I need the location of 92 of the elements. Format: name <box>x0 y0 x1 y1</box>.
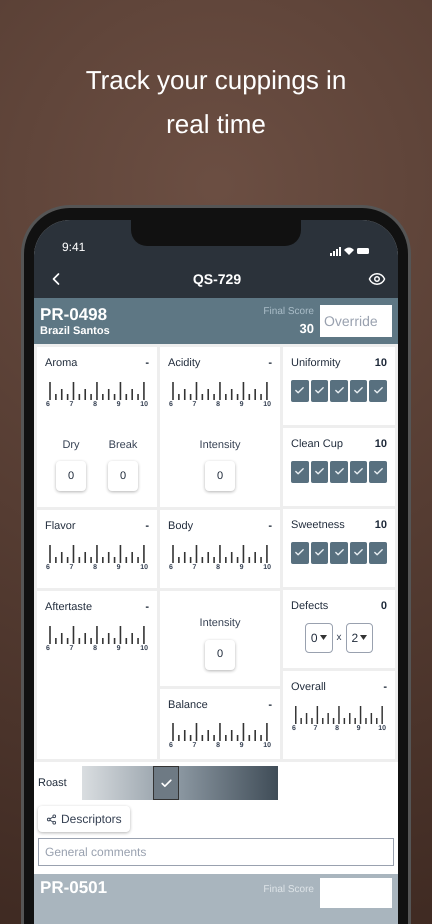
checkbox[interactable] <box>291 460 309 482</box>
number-field[interactable]: 0 <box>205 640 235 670</box>
input-label: Dry <box>62 438 80 452</box>
checkbox[interactable] <box>350 380 368 402</box>
eye-button[interactable] <box>368 270 386 288</box>
checkbox[interactable] <box>310 380 328 402</box>
final-score-label: Final Score <box>263 304 314 319</box>
roast-color-bar[interactable] <box>82 766 278 800</box>
multiply-sign: x <box>336 631 342 645</box>
eye-icon <box>368 270 386 288</box>
attribute-score: 10 <box>374 356 387 371</box>
check-icon <box>334 385 344 396</box>
attribute-label: Flavor <box>45 519 76 534</box>
caret-icon <box>320 635 326 640</box>
attribute-label: Sweetness <box>291 518 345 533</box>
share-icon <box>46 814 57 824</box>
check-icon <box>314 385 325 396</box>
status-icons <box>330 246 370 256</box>
attribute-score: - <box>145 600 149 615</box>
attribute-label: Aroma <box>45 356 78 371</box>
descriptors-button[interactable]: Descriptors <box>38 806 130 832</box>
attribute-label: Overall <box>291 680 326 695</box>
attribute-label: Defects <box>291 599 328 614</box>
attribute-score: 10 <box>374 518 387 533</box>
check-icon <box>314 466 325 477</box>
check-icon <box>294 466 306 477</box>
attribute-label: Uniformity <box>291 356 341 371</box>
sample-code: PR-0498 <box>40 304 108 324</box>
checkbox[interactable] <box>291 380 309 402</box>
check-icon <box>334 466 344 477</box>
check-icon <box>314 547 325 558</box>
check-icon <box>294 547 306 558</box>
sample-code: PR-0501 <box>40 878 108 899</box>
attribute-score: - <box>145 519 149 534</box>
check-icon <box>294 385 306 396</box>
final-score: 30 <box>300 320 314 338</box>
attribute-score: - <box>268 356 272 371</box>
check-icon <box>372 466 384 477</box>
override-field[interactable] <box>320 878 392 908</box>
attribute-score: - <box>268 519 272 534</box>
checkbox[interactable] <box>330 380 348 402</box>
input-label: Break <box>108 438 138 452</box>
check-icon <box>353 466 364 477</box>
check-icon <box>353 547 364 558</box>
rating-scale-icon[interactable] <box>293 704 385 724</box>
checkbox[interactable] <box>350 460 368 482</box>
check-icon <box>353 385 364 396</box>
attribute-score: - <box>383 680 387 695</box>
number-field[interactable]: 0 <box>108 461 138 491</box>
check-icon <box>372 385 384 396</box>
checkbox[interactable] <box>291 542 309 564</box>
attribute-score: 10 <box>374 437 387 452</box>
intensity-dropdown[interactable]: 2 <box>346 622 374 652</box>
checkbox[interactable] <box>369 542 387 564</box>
rating-scale-icon[interactable] <box>170 721 270 741</box>
rating-scale-icon[interactable] <box>47 380 147 400</box>
checkbox[interactable] <box>310 460 328 482</box>
checkbox[interactable] <box>330 460 348 482</box>
status-time: 9:41 <box>62 239 86 256</box>
attribute-label: Clean Cup <box>291 437 343 452</box>
attribute-label: Aftertaste <box>45 600 92 615</box>
headline: Track your cuppings in real time <box>84 64 348 141</box>
checkbox[interactable] <box>330 542 348 564</box>
rating-scale-icon[interactable] <box>47 624 147 644</box>
attribute-score: 0 <box>380 599 387 614</box>
number-field[interactable]: 0 <box>205 461 235 491</box>
rating-scale-icon[interactable] <box>170 542 270 562</box>
check-icon <box>372 547 384 558</box>
attribute-label: Acidity <box>168 356 200 371</box>
attribute-label: Body <box>168 519 194 534</box>
number-field[interactable]: 0 <box>56 461 86 491</box>
checkbox[interactable] <box>369 460 387 482</box>
attribute-score: - <box>145 356 149 371</box>
override-field[interactable]: Override <box>320 305 392 337</box>
checkbox[interactable] <box>369 380 387 402</box>
rating-scale-icon[interactable] <box>47 542 147 562</box>
checkbox[interactable] <box>350 542 368 564</box>
roast-label: Roast <box>38 776 68 791</box>
check-icon <box>160 776 173 790</box>
attribute-score: - <box>268 698 272 712</box>
nav-title: QS-729 <box>192 270 242 289</box>
input-label: Intensity <box>200 438 240 452</box>
cups-dropdown[interactable]: 0 <box>304 622 332 652</box>
check-icon <box>334 547 344 558</box>
comments-field[interactable]: General comments <box>38 838 394 866</box>
checkbox[interactable] <box>310 542 328 564</box>
roast-marker[interactable] <box>153 766 180 800</box>
attribute-label: Balance <box>168 698 208 712</box>
input-label: Intensity <box>200 616 240 631</box>
caret-icon <box>360 635 368 640</box>
rating-scale-icon[interactable] <box>170 380 270 400</box>
sample-name: Brazil Santos <box>40 324 110 338</box>
